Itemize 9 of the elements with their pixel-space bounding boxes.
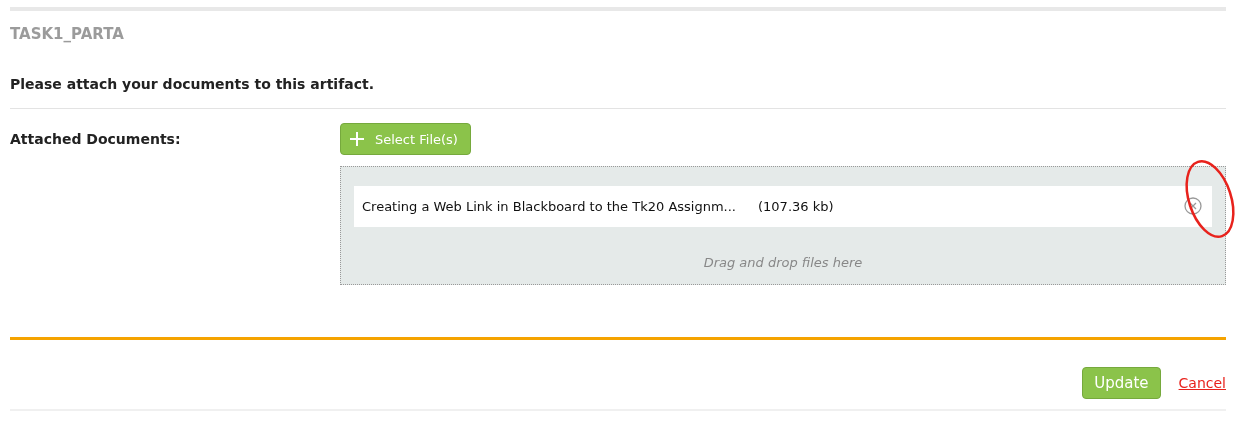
field-label: Attached Documents:	[10, 130, 182, 149]
file-name: Creating a Web Link in Blackboard to the Tk20 Assignm...	[362, 199, 736, 214]
cancel-link[interactable]: Cancel	[1178, 375, 1226, 391]
drop-hint: Drag and drop files here	[702, 255, 864, 270]
remove-icon[interactable]	[1184, 197, 1202, 215]
file-size: (107.36 kb)	[758, 199, 834, 214]
section-title: TASK1_PARTA	[10, 25, 125, 43]
plus-icon	[349, 131, 365, 147]
instruction-text: Please attach your documents to this artifact.	[10, 76, 375, 92]
